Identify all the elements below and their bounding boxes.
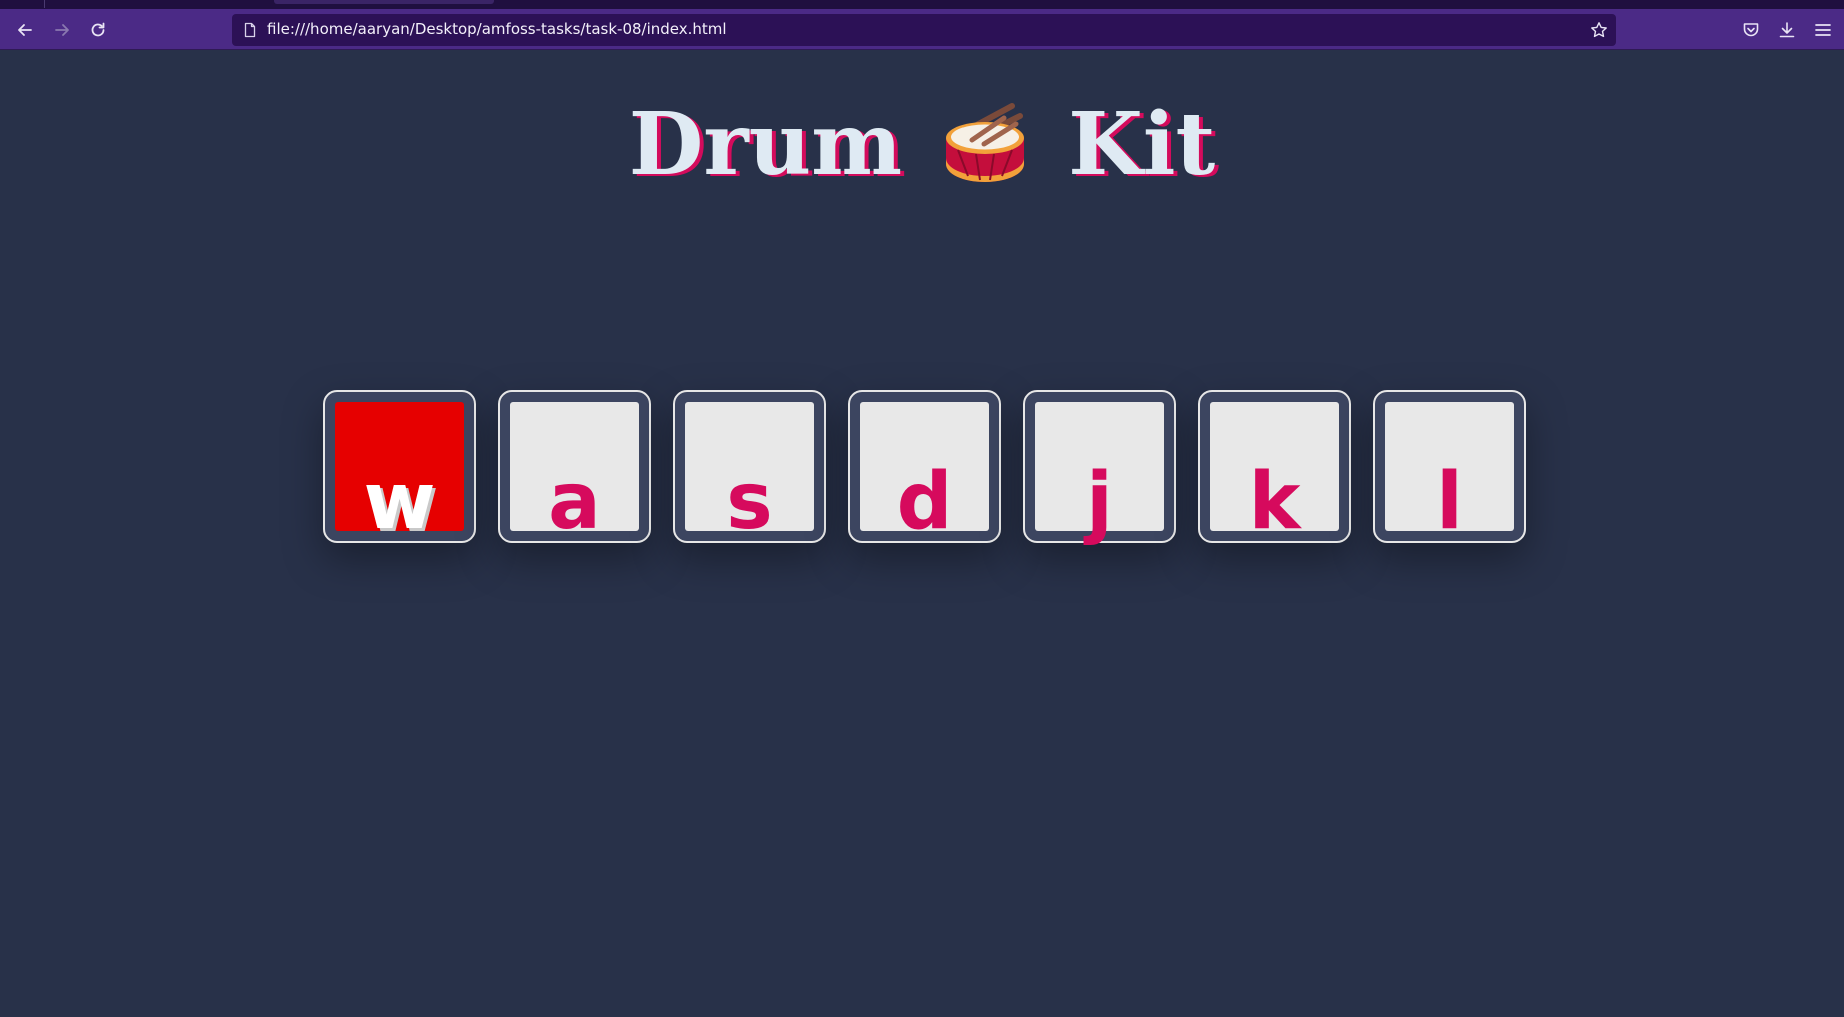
page-icon: [244, 22, 256, 38]
drum-key-j[interactable]: j: [1023, 390, 1176, 543]
key-face: d: [860, 402, 989, 541]
key-face: w: [335, 402, 464, 541]
tab-divider: [44, 0, 45, 8]
url-text[interactable]: file:///home/aaryan/Desktop/amfoss-tasks…: [267, 20, 727, 38]
drum-key-s[interactable]: s: [673, 390, 826, 543]
key-label: l: [1436, 457, 1463, 547]
title-word-kit: Kit: [1068, 94, 1216, 195]
drum-key-l[interactable]: l: [1373, 390, 1526, 543]
key-label: s: [726, 457, 773, 547]
key-label: a: [548, 457, 601, 547]
tab-strip: [0, 0, 1844, 9]
reload-button[interactable]: [85, 17, 111, 43]
reload-icon: [91, 22, 105, 37]
download-icon[interactable]: [1777, 20, 1797, 40]
back-icon: [18, 24, 32, 36]
key-label: j: [1086, 457, 1113, 547]
drum-keys: w a s d j k l: [323, 390, 1526, 543]
key-label: d: [896, 457, 953, 547]
key-label: k: [1248, 457, 1301, 547]
key-face: a: [510, 402, 639, 541]
forward-button[interactable]: [49, 17, 75, 43]
drum-key-w[interactable]: w: [323, 390, 476, 543]
drum-key-k[interactable]: k: [1198, 390, 1351, 543]
forward-icon: [55, 24, 69, 36]
key-face: l: [1385, 402, 1514, 541]
title-word-drum: Drum: [628, 94, 903, 195]
key-face: j: [1035, 402, 1164, 541]
active-tab[interactable]: [274, 0, 494, 4]
menu-icon[interactable]: [1813, 20, 1833, 40]
drum-key-d[interactable]: d: [848, 390, 1001, 543]
drum-key-a[interactable]: a: [498, 390, 651, 543]
drum-icon: [946, 103, 1025, 182]
key-face: k: [1210, 402, 1339, 541]
back-button[interactable]: [12, 17, 38, 43]
key-label: w: [363, 457, 436, 547]
browser-toolbar: file:///home/aaryan/Desktop/amfoss-tasks…: [0, 9, 1844, 50]
key-face: s: [685, 402, 814, 541]
page-title: Drum Kit: [0, 98, 1844, 188]
pocket-icon[interactable]: [1741, 20, 1761, 40]
bookmark-star-icon[interactable]: [1590, 21, 1608, 39]
url-bar[interactable]: file:///home/aaryan/Desktop/amfoss-tasks…: [232, 14, 1616, 46]
